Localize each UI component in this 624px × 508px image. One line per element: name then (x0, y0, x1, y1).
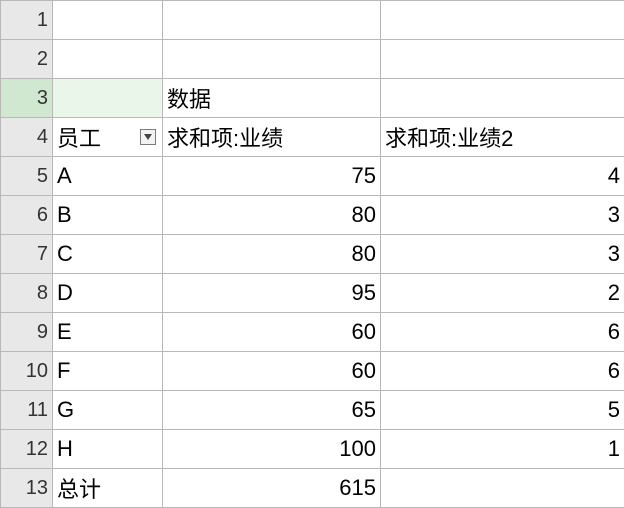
cell-employee[interactable]: E (53, 313, 163, 352)
spreadsheet-viewport: 1 2 3 数据 4 (0, 0, 624, 508)
cell-employee[interactable]: C (53, 235, 163, 274)
row-header[interactable]: 3 (1, 79, 53, 118)
cell-sum1[interactable]: 80 (163, 235, 381, 274)
cell-sum2[interactable]: 6 (381, 313, 624, 352)
row-header[interactable]: 1 (1, 1, 53, 40)
cell-sum1[interactable]: 60 (163, 352, 381, 391)
cell-sum1[interactable]: 65 (163, 391, 381, 430)
cell-employee[interactable]: A (53, 157, 163, 196)
row-header[interactable]: 2 (1, 40, 53, 79)
column-header-sum1[interactable]: 求和项:业绩 (163, 118, 381, 157)
cell-C3[interactable] (381, 79, 624, 118)
cell-B1[interactable] (163, 1, 381, 40)
cell-sum1[interactable]: 95 (163, 274, 381, 313)
total-sum1[interactable]: 615 (163, 469, 381, 508)
pivot-group-header[interactable]: 数据 (163, 79, 381, 118)
cell-B2[interactable] (163, 40, 381, 79)
row-header[interactable]: 7 (1, 235, 53, 274)
cell-A2[interactable] (53, 40, 163, 79)
cell-A3[interactable] (53, 79, 163, 118)
cell-sum2[interactable]: 5 (381, 391, 624, 430)
cell-C2[interactable] (381, 40, 624, 79)
cell-sum2[interactable]: 1 (381, 430, 624, 469)
total-label[interactable]: 总计 (53, 469, 163, 508)
row-header[interactable]: 12 (1, 430, 53, 469)
cell-sum1[interactable]: 60 (163, 313, 381, 352)
total-sum2[interactable] (381, 469, 624, 508)
row-header[interactable]: 10 (1, 352, 53, 391)
column-header-sum2[interactable]: 求和项:业绩2 (381, 118, 624, 157)
table-row: 12 H 100 1 (1, 430, 624, 469)
spreadsheet-grid[interactable]: 1 2 3 数据 4 (0, 0, 624, 508)
table-row: 2 (1, 40, 624, 79)
chevron-down-icon (144, 134, 152, 140)
filter-dropdown-button[interactable] (140, 129, 156, 145)
pivot-row-field-header[interactable]: 员工 (53, 118, 163, 157)
table-row: 7 C 80 3 (1, 235, 624, 274)
table-row: 6 B 80 3 (1, 196, 624, 235)
cell-sum1[interactable]: 100 (163, 430, 381, 469)
cell-sum2[interactable]: 6 (381, 352, 624, 391)
cell-employee[interactable]: F (53, 352, 163, 391)
cell-A1[interactable] (53, 1, 163, 40)
table-row: 10 F 60 6 (1, 352, 624, 391)
table-row: 3 数据 (1, 79, 624, 118)
cell-employee[interactable]: B (53, 196, 163, 235)
cell-employee[interactable]: H (53, 430, 163, 469)
row-header[interactable]: 13 (1, 469, 53, 508)
row-header[interactable]: 8 (1, 274, 53, 313)
cell-sum1[interactable]: 75 (163, 157, 381, 196)
column-header-employee: 员工 (57, 121, 101, 153)
cell-C1[interactable] (381, 1, 624, 40)
row-header[interactable]: 11 (1, 391, 53, 430)
table-row: 13 总计 615 (1, 469, 624, 508)
cell-sum1[interactable]: 80 (163, 196, 381, 235)
table-row: 8 D 95 2 (1, 274, 624, 313)
row-header[interactable]: 5 (1, 157, 53, 196)
table-row: 9 E 60 6 (1, 313, 624, 352)
cell-sum2[interactable]: 3 (381, 196, 624, 235)
cell-employee[interactable]: G (53, 391, 163, 430)
table-row: 1 (1, 1, 624, 40)
table-row: 5 A 75 4 (1, 157, 624, 196)
cell-sum2[interactable]: 3 (381, 235, 624, 274)
table-row: 4 员工 求和项:业绩 求和项:业绩2 (1, 118, 624, 157)
row-header[interactable]: 6 (1, 196, 53, 235)
cell-sum2[interactable]: 2 (381, 274, 624, 313)
row-header[interactable]: 4 (1, 118, 53, 157)
table-row: 11 G 65 5 (1, 391, 624, 430)
row-header[interactable]: 9 (1, 313, 53, 352)
cell-employee[interactable]: D (53, 274, 163, 313)
cell-sum2[interactable]: 4 (381, 157, 624, 196)
